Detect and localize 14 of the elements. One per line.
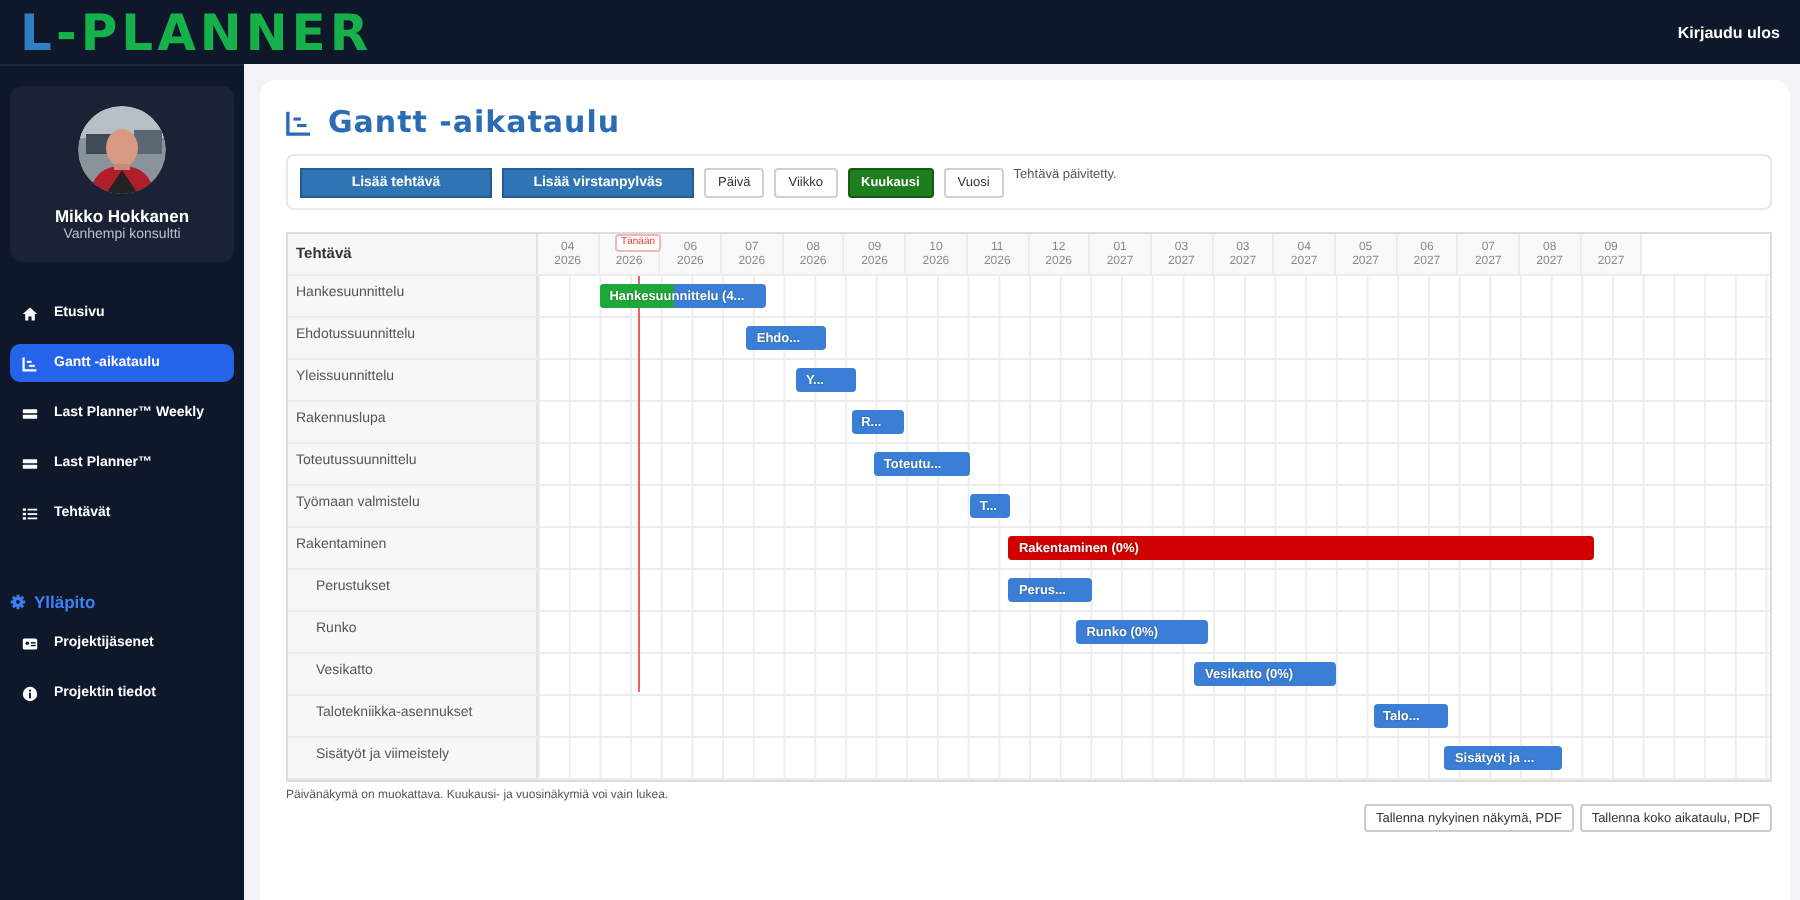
checklist-icon [22, 505, 38, 521]
section-title: Ylläpito [34, 592, 96, 612]
user-name: Mikko Hokkanen [54, 206, 190, 226]
settings-icon [10, 594, 26, 610]
rows-icon [22, 405, 38, 421]
id-card-icon [22, 635, 38, 651]
page-title: Gantt -aikataulu [328, 104, 621, 140]
chart-icon [22, 355, 38, 371]
logout-link[interactable]: Kirjaudu ulos [1677, 23, 1780, 41]
info-icon [22, 685, 38, 701]
chart-icon [286, 109, 312, 135]
home-icon [22, 305, 38, 321]
logo: L-PLANNER [20, 7, 373, 57]
rows-icon [22, 455, 38, 471]
